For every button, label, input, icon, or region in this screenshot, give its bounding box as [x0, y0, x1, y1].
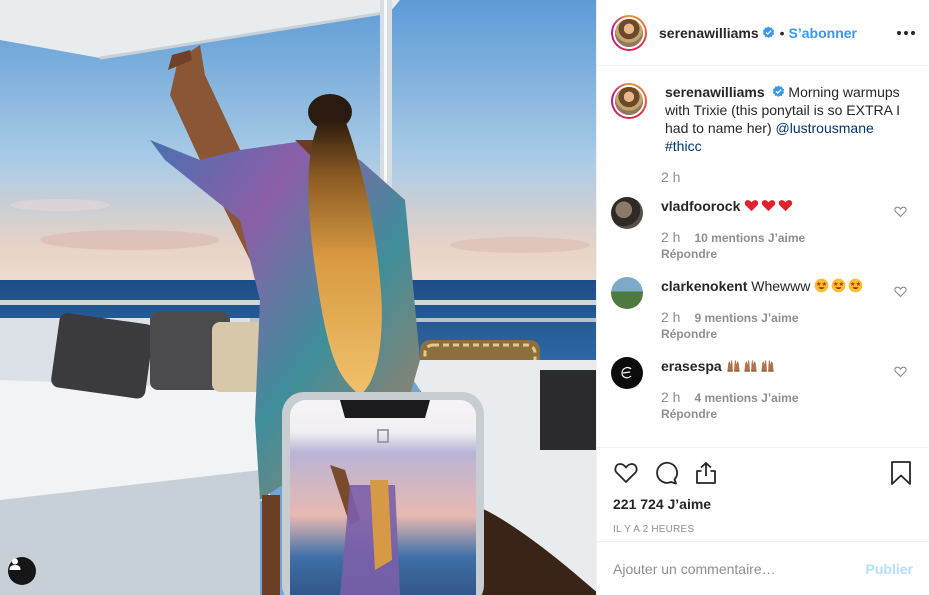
reply-button[interactable]: Répondre — [661, 247, 885, 261]
like-comment-heart-icon[interactable] — [894, 205, 907, 218]
separator-dot: • — [779, 24, 785, 41]
star-struck-icon — [831, 278, 846, 293]
star-struck-icon — [848, 278, 863, 293]
like-comment-heart-icon[interactable] — [894, 365, 907, 378]
caption-username[interactable]: serenawilliams — [665, 84, 765, 100]
post-photo[interactable] — [0, 0, 596, 595]
raising-hands-icon — [727, 360, 740, 372]
star-struck-icon — [814, 278, 829, 293]
tagged-user-icon[interactable] — [8, 557, 36, 585]
commenter-avatar[interactable] — [611, 357, 643, 389]
comment-likes[interactable]: 9 mentions J’aime — [694, 311, 798, 325]
post-view: serenawilliams • S’abonner serenawilliam… — [0, 0, 929, 595]
post-header: serenawilliams • S’abonner — [597, 0, 929, 66]
posted-time: IL Y A 2 HEURES — [613, 524, 695, 535]
yacht-scene-image — [0, 0, 596, 595]
verified-badge-icon — [772, 85, 784, 97]
like-heart-icon[interactable] — [613, 460, 639, 486]
comment-username[interactable]: vladfoorock — [661, 198, 740, 214]
author-username[interactable]: serenawilliams — [659, 25, 759, 41]
share-icon[interactable] — [693, 460, 719, 486]
comment-item: vladfoorock 2 h 10 mentions J’aime Répon… — [611, 197, 913, 261]
raising-hands-icon — [761, 360, 774, 372]
bookmark-save-icon[interactable] — [889, 460, 913, 486]
comments-list[interactable]: serenawilliams Morning warmups with Trix… — [597, 67, 929, 447]
comment-time: 2 h — [661, 389, 681, 405]
raising-hands-icon — [744, 360, 757, 372]
publish-button[interactable]: Publier — [866, 561, 913, 577]
author-avatar[interactable] — [611, 14, 647, 51]
follow-button[interactable]: S’abonner — [789, 25, 857, 41]
comment-item: clarkenokent Whewww 2 h 9 mentions J’aim… — [611, 277, 913, 341]
comment-likes[interactable]: 10 mentions J’aime — [694, 231, 805, 245]
caption-mention-link[interactable]: @lustrousmane — [776, 120, 874, 136]
post-caption: serenawilliams Morning warmups with Trix… — [611, 83, 913, 155]
verified-badge-icon — [762, 26, 774, 38]
erasespa-logo-icon — [621, 367, 632, 379]
reply-button[interactable]: Répondre — [661, 407, 885, 421]
red-heart-icon — [779, 200, 793, 212]
caption-author-avatar[interactable] — [611, 83, 647, 119]
comment-username[interactable]: erasespa — [661, 358, 722, 374]
add-comment-bar: Publier — [597, 541, 929, 595]
comment-input[interactable] — [613, 560, 866, 577]
comment-time: 2 h — [661, 229, 681, 245]
comment-text: Whewww — [751, 278, 811, 294]
comment-time: 2 h — [661, 309, 681, 325]
comment-item: erasespa 2 h 4 mentions J’aime Répondre — [611, 357, 913, 421]
likes-count[interactable]: 221 724 J’aime — [613, 496, 913, 512]
comment-likes[interactable]: 4 mentions J’aime — [694, 391, 798, 405]
comment-bubble-icon[interactable] — [653, 460, 679, 486]
more-options-icon[interactable] — [897, 25, 915, 41]
like-comment-heart-icon[interactable] — [894, 285, 907, 298]
red-heart-icon — [762, 200, 776, 212]
post-actions: 221 724 J’aime IL Y A 2 HEURES — [597, 447, 929, 535]
reply-button[interactable]: Répondre — [661, 327, 885, 341]
comment-username[interactable]: clarkenokent — [661, 278, 747, 294]
post-side-panel: serenawilliams • S’abonner serenawilliam… — [596, 0, 929, 595]
commenter-avatar[interactable] — [611, 277, 643, 309]
red-heart-icon — [745, 200, 759, 212]
caption-time: 2 h — [661, 169, 681, 185]
caption-hashtag-link[interactable]: #thicc — [665, 137, 901, 155]
commenter-avatar[interactable] — [611, 197, 643, 229]
